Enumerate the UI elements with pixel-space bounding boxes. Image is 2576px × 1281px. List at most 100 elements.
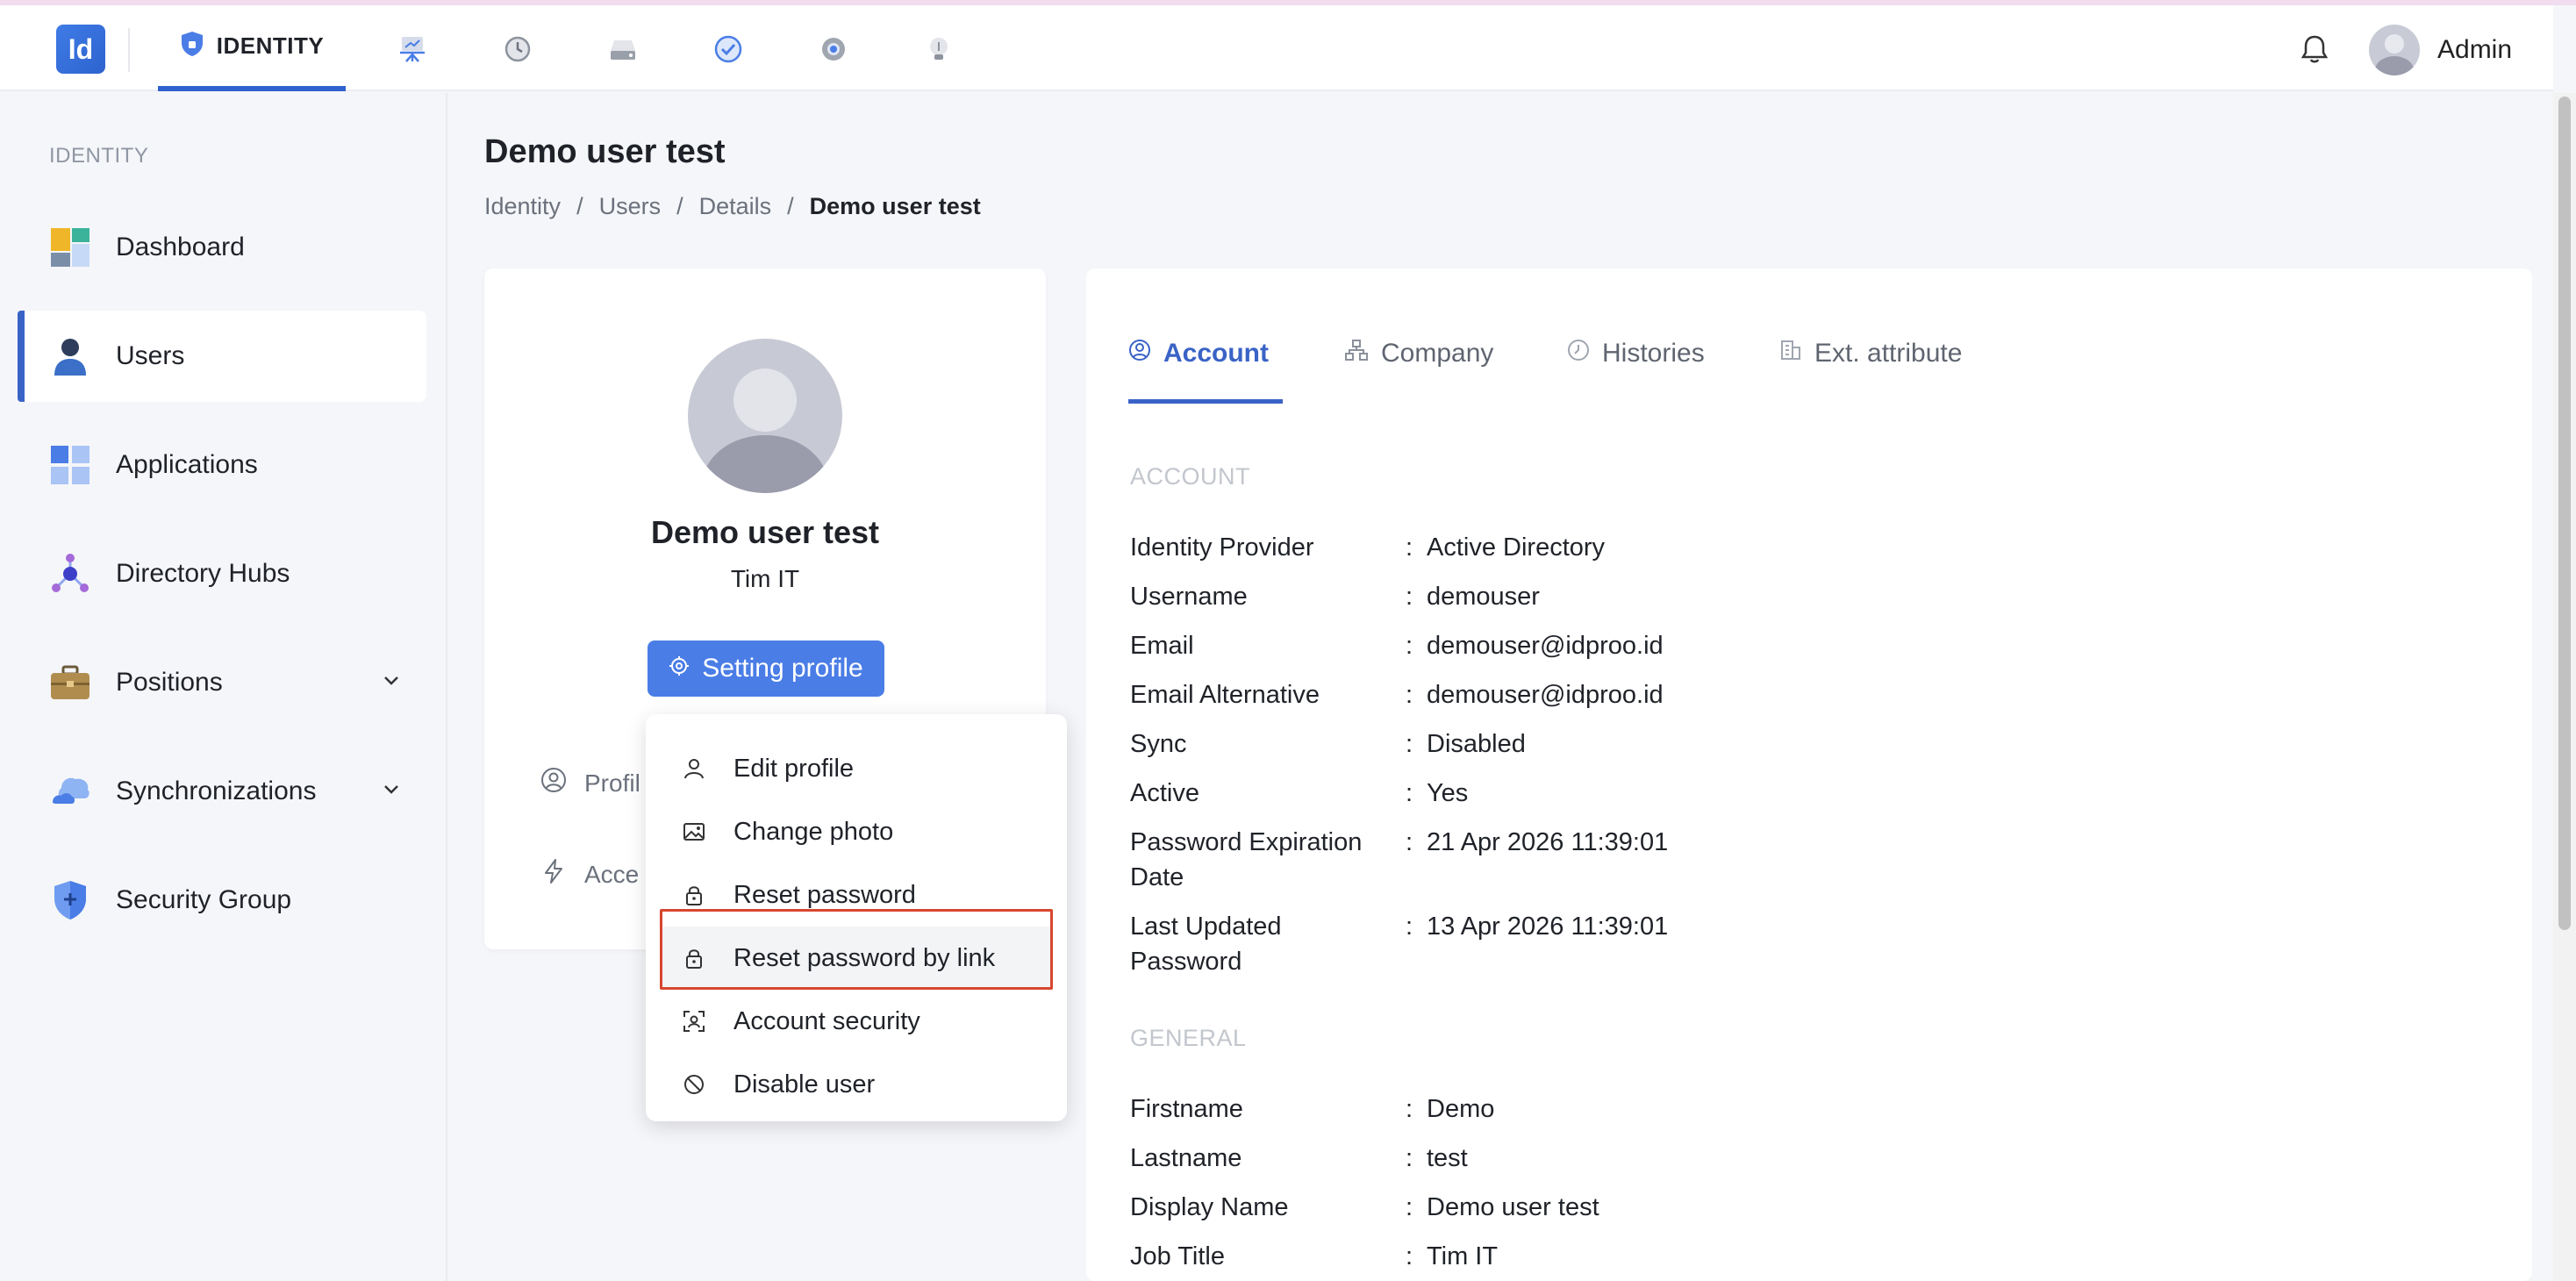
detail-separator: : xyxy=(1406,632,1413,660)
detail-key: Job Title xyxy=(1130,1242,1225,1270)
lightbulb-icon[interactable] xyxy=(921,32,956,67)
menu-item-label: Reset password xyxy=(733,880,916,909)
dashboard-icon xyxy=(49,226,91,268)
user-avatar[interactable] xyxy=(2369,25,2420,75)
lock-icon xyxy=(681,882,707,908)
page-title: Demo user test xyxy=(484,133,726,170)
sidebar-item-label: Positions xyxy=(116,668,223,697)
detail-key: Identity Provider xyxy=(1130,533,1314,562)
sidebar-item-label: Synchronizations xyxy=(116,776,317,805)
sidebar: IDENTITY Dashboard Users Applications Di… xyxy=(0,93,447,1281)
applications-grid-icon xyxy=(49,444,91,486)
user-circle-icon xyxy=(1128,339,1151,369)
storage-icon[interactable] xyxy=(605,32,640,67)
menu-item-label: Account security xyxy=(733,1006,920,1035)
breadcrumb-separator: / xyxy=(676,193,683,219)
user-icon xyxy=(681,755,707,782)
detail-separator: : xyxy=(1406,681,1413,709)
network-hub-icon xyxy=(49,553,91,595)
settings-gear-icon[interactable] xyxy=(816,32,851,67)
menu-item-label: Edit profile xyxy=(733,754,855,783)
detail-value: Tim IT xyxy=(1427,1242,1499,1270)
breadcrumb-users[interactable]: Users xyxy=(599,193,662,220)
profile-link-label: Profil xyxy=(584,769,640,797)
detail-key: Sync xyxy=(1130,730,1187,758)
sidebar-section-label: IDENTITY xyxy=(49,144,149,168)
building-icon xyxy=(1779,339,1802,369)
image-icon xyxy=(681,819,707,845)
tab-label: Histories xyxy=(1602,339,1705,368)
detail-value: demouser@idproo.id xyxy=(1427,632,1664,660)
security-shield-icon xyxy=(49,879,91,921)
section-heading-general: GENERAL xyxy=(1130,1025,1247,1051)
chevron-down-icon[interactable] xyxy=(381,777,402,807)
menu-item-disable-user[interactable]: Disable user xyxy=(660,1053,1053,1116)
detail-value: 13 Apr 2026 11:39:01 xyxy=(1427,912,1669,941)
menu-item-edit-profile[interactable]: Edit profile xyxy=(660,737,1053,800)
sidebar-item-security-group[interactable]: Security Group xyxy=(18,855,426,946)
breadcrumb-identity[interactable]: Identity xyxy=(484,193,561,220)
detail-key-line2: Password xyxy=(1130,948,1242,976)
detail-separator: : xyxy=(1406,1242,1413,1270)
check-badge-icon[interactable] xyxy=(711,32,746,67)
detail-value: Demo xyxy=(1427,1095,1495,1123)
detail-value: 21 Apr 2026 11:39:01 xyxy=(1427,828,1669,856)
profile-link[interactable]: Profil xyxy=(540,767,640,799)
logo-text: Id xyxy=(68,32,94,65)
detail-key: Display Name xyxy=(1130,1193,1289,1221)
shield-icon xyxy=(180,31,204,61)
user-name[interactable]: Admin xyxy=(2437,35,2512,65)
setting-profile-label: Setting profile xyxy=(702,654,863,683)
section-heading-account: ACCOUNT xyxy=(1130,463,1250,490)
menu-item-account-security[interactable]: Account security xyxy=(660,990,1053,1053)
notification-bell-icon[interactable] xyxy=(2295,30,2334,68)
app-logo[interactable]: Id xyxy=(56,25,105,74)
briefcase-icon xyxy=(49,662,91,704)
detail-separator: : xyxy=(1406,779,1413,807)
breadcrumb-current: Demo user test xyxy=(809,193,981,219)
org-chart-icon xyxy=(1344,339,1369,369)
sidebar-item-synchronizations[interactable]: Synchronizations xyxy=(18,746,426,837)
detail-separator: : xyxy=(1406,533,1413,562)
tab-label: Account xyxy=(1163,339,1269,368)
tab-histories[interactable]: Histories xyxy=(1567,333,1705,404)
details-card: Account Company Histories Ext. attribute… xyxy=(1086,268,2532,1281)
tab-ext-attribute[interactable]: Ext. attribute xyxy=(1779,333,1962,404)
breadcrumb: Identity / Users / Details / Demo user t… xyxy=(484,193,981,220)
sidebar-item-positions[interactable]: Positions xyxy=(18,637,426,728)
scrollbar-thumb[interactable] xyxy=(2558,97,2571,930)
setting-profile-button[interactable]: Setting profile xyxy=(648,640,884,697)
user-circle-icon xyxy=(540,767,567,799)
detail-separator: : xyxy=(1406,730,1413,758)
history-icon[interactable] xyxy=(500,32,535,67)
detail-value: demouser@idproo.id xyxy=(1427,681,1664,709)
profile-name: Demo user test xyxy=(650,514,880,550)
sidebar-item-dashboard[interactable]: Dashboard xyxy=(18,202,426,293)
access-link[interactable]: Acce xyxy=(540,858,639,891)
detail-key: Email Alternative xyxy=(1130,681,1320,709)
sidebar-item-applications[interactable]: Applications xyxy=(18,419,426,511)
menu-item-label: Change photo xyxy=(733,817,894,846)
lightning-icon xyxy=(540,858,567,891)
tab-label: Company xyxy=(1381,339,1494,368)
presentation-icon[interactable] xyxy=(395,32,430,67)
chevron-down-icon[interactable] xyxy=(381,669,402,698)
block-icon xyxy=(681,1071,707,1098)
tab-company[interactable]: Company xyxy=(1344,333,1493,404)
tab-account[interactable]: Account xyxy=(1128,333,1283,404)
breadcrumb-details[interactable]: Details xyxy=(699,193,772,220)
detail-value: demouser xyxy=(1427,583,1540,611)
sidebar-item-users[interactable]: Users xyxy=(18,311,426,402)
detail-value: Disabled xyxy=(1427,730,1526,758)
menu-item-change-photo[interactable]: Change photo xyxy=(660,800,1053,863)
tab-label: Ext. attribute xyxy=(1814,339,1963,368)
divider xyxy=(128,28,130,72)
sidebar-item-label: Applications xyxy=(116,450,258,479)
module-tab-identity[interactable]: IDENTITY xyxy=(158,5,346,91)
detail-value: Demo user test xyxy=(1427,1193,1599,1221)
sidebar-item-label: Dashboard xyxy=(116,233,245,261)
sidebar-item-directory-hubs[interactable]: Directory Hubs xyxy=(18,528,426,619)
menu-item-label: Disable user xyxy=(733,1070,876,1099)
detail-separator: : xyxy=(1406,912,1413,941)
detail-value: Active Directory xyxy=(1427,533,1606,562)
